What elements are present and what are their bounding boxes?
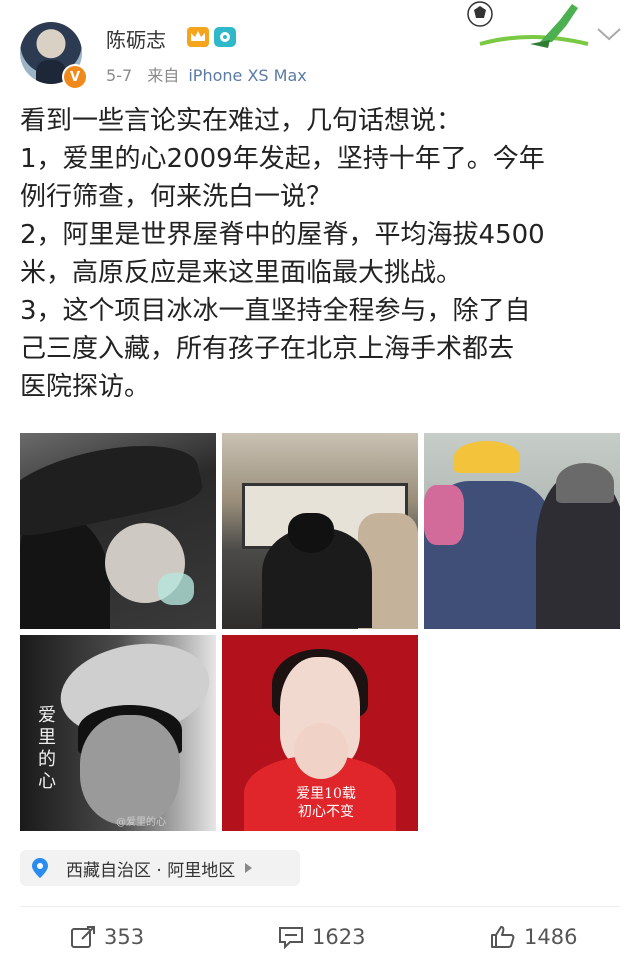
comment-icon [279,927,303,949]
thumbs-up-icon [491,926,515,948]
soccer-banner-icon [467,1,589,48]
location-label: 西藏自治区 · 阿里地区 [66,860,236,881]
comment-button[interactable]: 1623 [278,918,365,956]
photo-1-oxygen-mask [158,573,194,605]
photo-1[interactable] [20,433,216,629]
action-bar: 353 1623 1486 [0,918,640,956]
repost-button[interactable]: 353 [70,918,144,956]
repost-count: 353 [104,925,145,949]
photo-3-pink-scarf [424,485,464,545]
post-header: V 陈砺志 5-7 来自 iPhone XS Max [0,0,640,95]
source-prefix: 来自 [147,66,180,85]
photo-4-child [80,715,180,825]
like-button[interactable]: 1486 [490,918,577,956]
vip-crown-icon[interactable] [186,26,210,48]
camera-badge-icon[interactable] [214,27,236,47]
poster-2-title: 爱里10载 初心不变 [296,786,356,820]
username[interactable]: 陈砺志 [106,24,166,53]
photo-3-cap [454,441,520,473]
photo-2-head [288,513,334,553]
photo-1-hat [20,433,206,542]
post-date: 5-7 [106,66,133,85]
like-count: 1486 [524,925,578,949]
repost-icon [71,926,95,948]
photo-5-child [294,723,348,779]
photo-3-beanie [556,463,614,503]
post-meta: 5-7 来自 iPhone XS Max [106,62,307,86]
comment-count: 1623 [312,925,366,949]
post-content: 看到一些言论实在难过，几句话想说： 1，爱里的心2009年发起，坚持十年了。今年… [20,106,545,402]
photo-4[interactable]: 爱里的心 @爱里的心 [20,635,216,831]
location-tag[interactable]: 西藏自治区 · 阿里地区 [20,850,300,886]
poster-1-title: 爱里的心 [38,705,56,792]
divider [20,906,620,907]
photo-3[interactable] [424,433,620,629]
photo-5[interactable]: 爱里10载 初心不变 [222,635,418,831]
location-arrow-icon [245,863,253,873]
poster-1-watermark: @爱里的心 [116,817,166,828]
location-pin-icon [32,858,48,878]
photo-2[interactable] [222,433,418,629]
chevron-down-icon[interactable] [596,26,622,42]
source-device[interactable]: iPhone XS Max [188,66,306,85]
verified-v-icon: V [62,64,88,90]
